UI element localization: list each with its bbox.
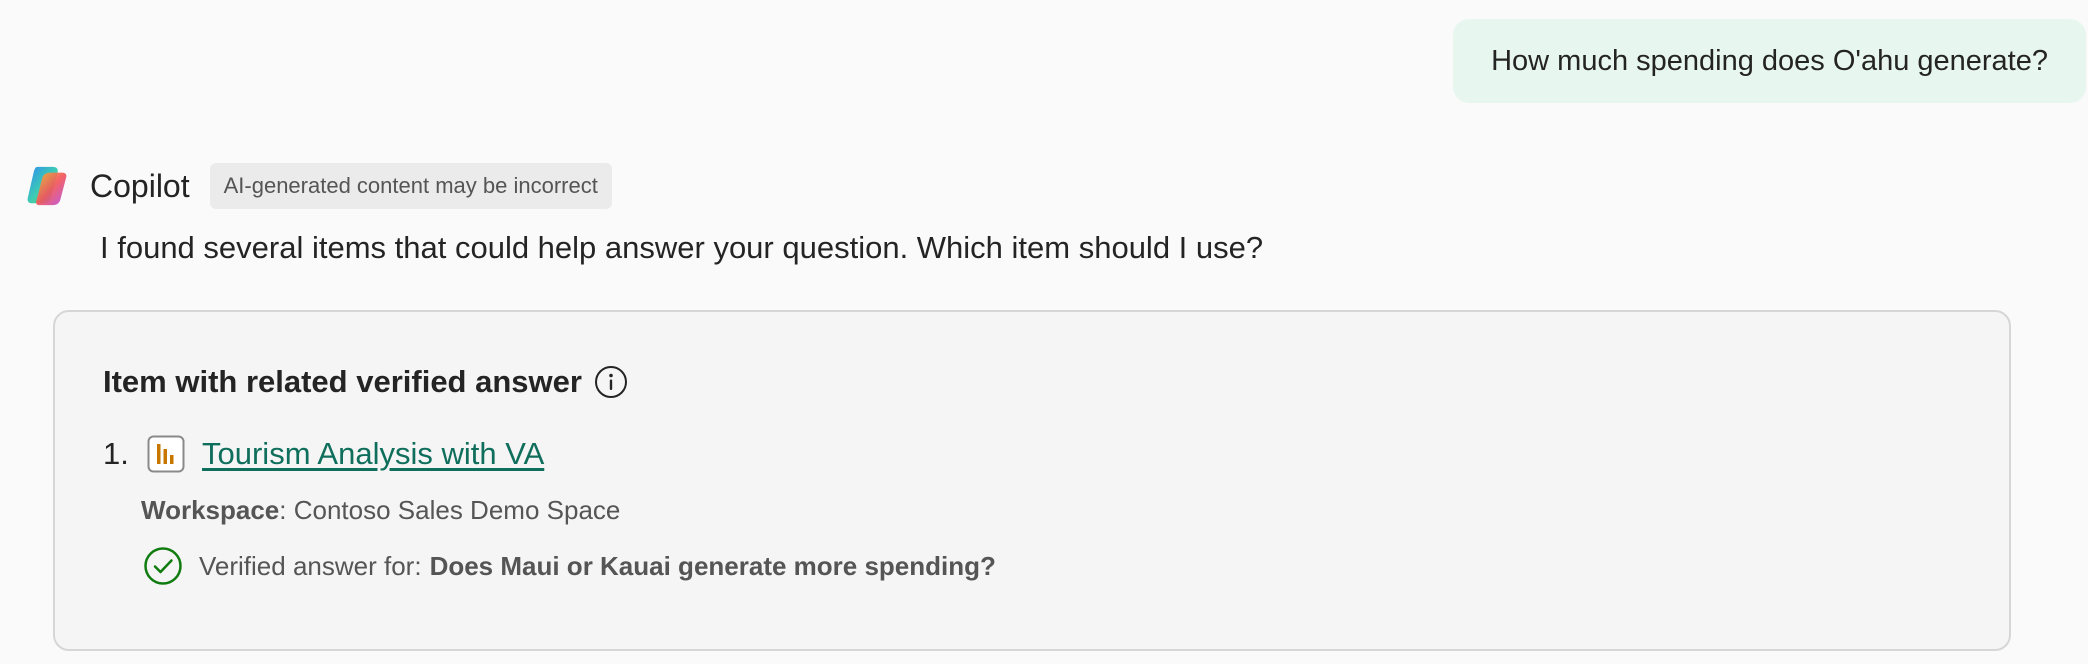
workspace-info: Workspace: Contoso Sales Demo Space: [141, 490, 620, 530]
ai-disclaimer-badge: AI-generated content may be incorrect: [209, 163, 612, 209]
verified-check-icon: [144, 547, 182, 585]
chat-page: How much spending does O'ahu generate? C…: [0, 0, 2088, 664]
copilot-response-text: I found several items that could help an…: [100, 230, 1264, 265]
card-title-text: Item with related verified answer: [103, 364, 582, 399]
item-selection-card: Item with related verified answer 1. Tou…: [53, 310, 2011, 651]
copilot-logo-icon: [27, 166, 67, 206]
workspace-separator: :: [279, 494, 287, 525]
list-item: 1. Tourism Analysis with VA: [103, 430, 544, 478]
item-number: 1.: [103, 436, 129, 471]
verified-prefix: Verified answer for:: [199, 550, 422, 581]
item-title-link[interactable]: Tourism Analysis with VA: [202, 436, 544, 472]
copilot-name: Copilot: [90, 167, 190, 204]
verified-question: Does Maui or Kauai generate more spendin…: [429, 550, 996, 581]
workspace-value: Contoso Sales Demo Space: [293, 494, 621, 525]
verified-answer-info: Verified answer for: Does Maui or Kauai …: [143, 543, 996, 589]
report-icon: [147, 435, 185, 473]
workspace-label: Workspace: [141, 494, 280, 525]
copilot-header: Copilot AI-generated content may be inco…: [24, 163, 612, 209]
user-message-bubble: How much spending does O'ahu generate?: [1453, 19, 2086, 103]
info-icon[interactable]: [594, 365, 628, 399]
user-message-text: How much spending does O'ahu generate?: [1491, 44, 2048, 77]
card-title: Item with related verified answer: [103, 362, 628, 402]
